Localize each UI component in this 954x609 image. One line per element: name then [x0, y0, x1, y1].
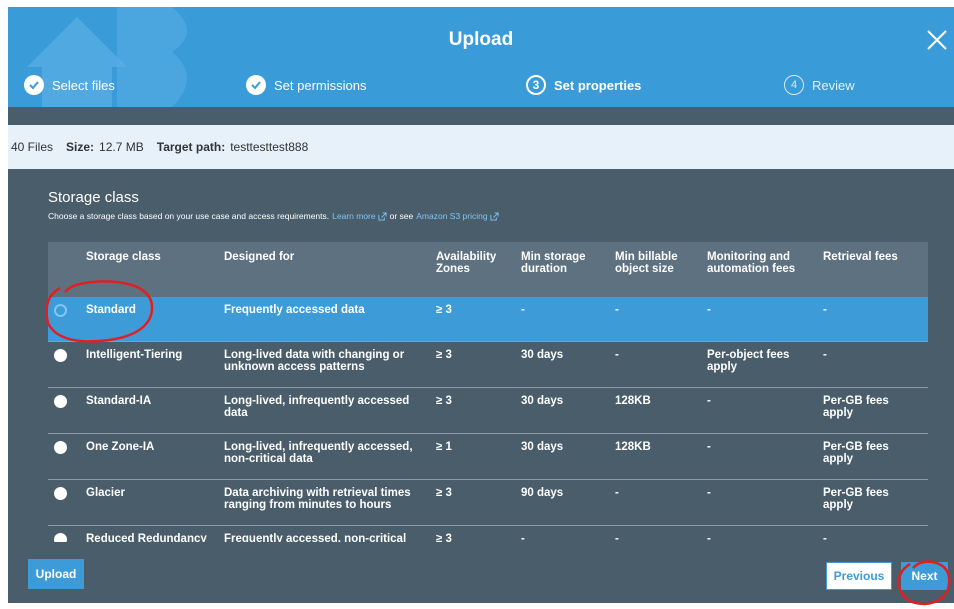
step-number: 3: [526, 75, 546, 95]
row-standard-ia[interactable]: Standard-IA Long-lived, infrequently acce…: [48, 387, 928, 434]
row-reduced-redundancy[interactable]: Reduced Redundancy Frequently accessed, n…: [48, 525, 928, 542]
row-glacier[interactable]: Glacier Data archiving with retrieval tim…: [48, 479, 928, 526]
table-cell: -: [817, 525, 928, 542]
column-header: Designed for: [218, 242, 430, 297]
dialog-title: Upload: [448, 29, 514, 50]
table-cell: ≥ 3: [430, 479, 515, 526]
check-icon: [24, 75, 44, 95]
step-label: Select files: [52, 77, 115, 93]
table-cell: -: [609, 297, 701, 342]
table-cell: -: [701, 387, 817, 434]
table-cell: -: [701, 525, 817, 542]
column-header: Min storage duration: [515, 242, 609, 297]
table-cell: -: [515, 525, 609, 542]
previous-button[interactable]: Previous: [826, 562, 892, 590]
upload-summary-bar: 40 Files Size: 12.7 MB Target path: test…: [8, 125, 954, 169]
column-header: Retrieval fees: [817, 242, 928, 297]
table-cell: One Zone-IA: [80, 433, 218, 480]
storage-class-radio[interactable]: [54, 532, 67, 542]
table-cell: Long-lived, infrequently accessed, non-c…: [218, 433, 430, 480]
table-cell: Per-GB fees apply: [817, 387, 928, 434]
row-standard[interactable]: Standard Frequently accessed data ≥ 3----: [48, 297, 928, 342]
table-cell: Per-object fees apply: [701, 341, 817, 388]
table-cell: -: [609, 341, 701, 388]
learn-more-link[interactable]: Learn more: [332, 211, 375, 221]
upload-dialog: Upload Select files Set permissions 3 Se…: [8, 7, 954, 603]
storage-class-radio[interactable]: [54, 440, 67, 454]
table-cell: Intelligent-Tiering: [80, 341, 218, 388]
table-cell: 90 days: [515, 479, 609, 526]
dialog-header: Upload Select files Set permissions 3 Se…: [8, 7, 954, 107]
pricing-link[interactable]: Amazon S3 pricing: [416, 211, 487, 221]
table-header-row: Storage class Designed for Availability …: [48, 242, 928, 297]
table-cell: ≥ 3: [430, 387, 515, 434]
table-cell: Glacier: [80, 479, 218, 526]
row-one-zone-ia[interactable]: One Zone-IA Long-lived, infrequently acce…: [48, 433, 928, 480]
upload-button[interactable]: Upload: [28, 559, 84, 589]
check-icon: [246, 75, 266, 95]
table-cell: -: [515, 297, 609, 342]
target-value: testtesttest888: [230, 140, 309, 154]
table-cell: Frequently accessed data: [218, 297, 430, 342]
table-cell: 30 days: [515, 387, 609, 434]
next-button[interactable]: Next: [901, 562, 948, 590]
step-label: Set properties: [554, 77, 642, 93]
table-cell: ≥ 3: [430, 297, 515, 342]
table-cell: Long-lived data with changing or unknown…: [218, 341, 430, 388]
section-title: Storage class: [48, 189, 139, 206]
storage-class-table: Storage class Designed for Availability …: [48, 242, 928, 542]
table-cell: Long-lived, infrequently accessed data: [218, 387, 430, 434]
column-header: Availability Zones: [430, 242, 515, 297]
table-cell: 30 days: [515, 341, 609, 388]
table-cell: Standard-IA: [80, 387, 218, 434]
or-see-text: or see: [389, 211, 414, 221]
step-label: Set permissions: [274, 77, 367, 93]
column-header: Min billable object size: [609, 242, 701, 297]
table-cell: 128KB: [609, 433, 701, 480]
table-cell: -: [817, 297, 928, 342]
external-link-icon: [490, 211, 499, 221]
storage-class-radio[interactable]: [54, 304, 67, 317]
table-cell: -: [817, 341, 928, 388]
close-icon[interactable]: [924, 27, 950, 53]
table-cell: Per-GB fees apply: [817, 433, 928, 480]
file-count: 40 Files: [11, 140, 54, 154]
table-cell: Per-GB fees apply: [817, 479, 928, 526]
table-cell: ≥ 1: [430, 433, 515, 480]
table-cell: -: [701, 433, 817, 480]
table-cell: Reduced Redundancy: [80, 525, 218, 542]
table-cell: -: [609, 525, 701, 542]
table-cell: -: [701, 479, 817, 526]
size-label: Size:: [66, 140, 95, 154]
section-description: Choose a storage class based on your use…: [48, 211, 928, 221]
step-label: Review: [812, 77, 855, 93]
column-header: Monitoring and automation fees: [701, 242, 817, 297]
target-label: Target path:: [156, 140, 226, 154]
step-number: 4: [784, 75, 804, 95]
storage-class-radio[interactable]: [54, 348, 67, 362]
table-cell: -: [609, 479, 701, 526]
table-cell: Standard: [80, 297, 218, 342]
table-cell: ≥ 3: [430, 525, 515, 542]
external-link-icon: [378, 211, 387, 221]
storage-class-radio[interactable]: [54, 394, 67, 408]
table-cell: Data archiving with retrieval times rang…: [218, 479, 430, 526]
table-cell: 128KB: [609, 387, 701, 434]
wizard-steps: Select files Set permissions 3 Set prope…: [8, 71, 954, 99]
table-cell: -: [701, 297, 817, 342]
storage-class-radio[interactable]: [54, 486, 67, 500]
table-cell: 30 days: [515, 433, 609, 480]
row-intelligent-tiering[interactable]: Intelligent-Tiering Long-lived data with …: [48, 341, 928, 388]
storage-class-section: Storage class Choose a storage class bas…: [48, 189, 928, 221]
step-review[interactable]: 4 Review: [784, 71, 855, 99]
column-header: Storage class: [80, 242, 218, 297]
table-cell: Frequently accessed, non-critical data: [218, 525, 430, 542]
size-value: 12.7 MB: [99, 140, 144, 154]
table-cell: ≥ 3: [430, 341, 515, 388]
step-set-permissions[interactable]: Set permissions: [246, 71, 366, 99]
step-set-properties[interactable]: 3 Set properties: [526, 71, 641, 99]
step-select-files[interactable]: Select files: [24, 71, 115, 99]
